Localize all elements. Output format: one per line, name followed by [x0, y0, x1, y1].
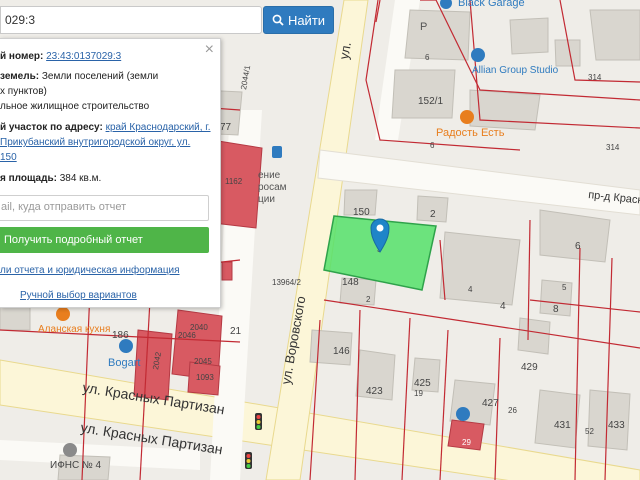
poi-shop-icon[interactable]	[456, 407, 470, 421]
land-category-label: земель:	[0, 71, 40, 82]
reports-link-row: ли отчета и юридическая информация	[0, 263, 180, 278]
house-number: 4	[500, 301, 506, 312]
address-link[interactable]: край Краснодарский, г.	[106, 122, 211, 133]
address-row-2: Прикубанский внутригородской округ, ул.	[0, 135, 190, 150]
street-label: ул.	[336, 41, 354, 61]
house-number: 148	[342, 277, 359, 288]
house-number: 2	[366, 295, 371, 304]
address-link-line2[interactable]: Прикубанский внутригородской округ, ул.	[0, 137, 190, 148]
search-icon	[272, 14, 284, 26]
svg-text:Bogart: Bogart	[108, 357, 140, 369]
house-number: 5	[562, 283, 567, 292]
house-number: 52	[585, 427, 594, 436]
house-number: 429	[521, 362, 538, 373]
svg-text:росам: росам	[258, 182, 287, 193]
house-number: 2	[430, 209, 436, 220]
area-row: я площадь: 384 кв.м.	[0, 171, 101, 186]
house-number: 4	[468, 285, 473, 294]
address-link-line3[interactable]: 150	[0, 152, 17, 163]
find-button[interactable]: Найти	[263, 6, 334, 34]
cadastral-number-label: й номер:	[0, 51, 44, 62]
house-number: 77	[220, 122, 232, 133]
search-input[interactable]	[1, 8, 259, 32]
house-number: 6	[430, 141, 435, 150]
parking-icon: P	[420, 21, 427, 33]
house-number: 2046	[178, 331, 196, 340]
land-category-value-cont: х пунктов)	[0, 86, 47, 97]
house-number: 425	[414, 378, 431, 389]
house-number: 2040	[190, 323, 208, 332]
land-category-row: земель: Земли поселений (земли	[0, 69, 158, 84]
svg-text:ение: ение	[258, 170, 281, 181]
house-number: 6	[575, 241, 581, 252]
close-icon[interactable]: ×	[205, 41, 214, 59]
house-number: 150	[353, 207, 370, 218]
land-category-row-2: х пунктов)	[0, 84, 47, 99]
house-number: 8	[553, 304, 559, 315]
house-number: 26	[508, 406, 517, 415]
manual-link-row: Ручной выбор вариантов	[20, 288, 137, 303]
find-button-label: Найти	[287, 12, 326, 28]
svg-text:Allian Group Studio: Allian Group Studio	[472, 65, 559, 76]
bus-stop-icon[interactable]	[272, 146, 282, 158]
house-number: 1093	[196, 373, 214, 382]
svg-text:Радость Есть: Радость Есть	[436, 127, 505, 139]
house-number: 1162	[225, 177, 243, 186]
cadastral-number-row: й номер: 23:43:0137029:3	[0, 49, 121, 64]
house-number: 29	[462, 438, 471, 447]
address-label: й участок по адресу:	[0, 122, 103, 133]
house-number: 186	[112, 330, 129, 341]
area-value: 384 кв.м.	[59, 173, 102, 184]
house-number: 152/1	[418, 96, 443, 107]
house-number: 6	[425, 53, 430, 62]
svg-text:Аланская кухня: Аланская кухня	[38, 324, 110, 335]
address-row-3: 150	[0, 150, 17, 165]
house-number: 2045	[194, 357, 212, 366]
house-number: 146	[333, 346, 350, 357]
usage-row: льное жилищное строительство	[0, 99, 149, 114]
usage-value: льное жилищное строительство	[0, 101, 150, 112]
house-number: 314	[606, 143, 620, 152]
cadastral-number-link[interactable]: 23:43:0137029:3	[46, 51, 121, 62]
traffic-light-icon	[245, 452, 252, 469]
search-box[interactable]	[0, 6, 262, 34]
get-report-button[interactable]: Получить подробный отчет	[0, 227, 209, 253]
email-input[interactable]	[0, 196, 205, 218]
parcel-info-panel: × й номер: 23:43:0137029:3 земель: Земли…	[0, 38, 221, 308]
house-number: 427	[482, 398, 499, 409]
svg-text:ции: ции	[258, 194, 275, 205]
land-category-value: Земли поселений (земли	[41, 71, 159, 82]
house-number: 19	[414, 389, 423, 398]
house-number: 13964/2	[272, 278, 301, 287]
house-number: 21	[230, 326, 242, 337]
get-report-label: Получить подробный отчет	[4, 234, 143, 246]
manual-selection-link[interactable]: Ручной выбор вариантов	[20, 290, 137, 301]
house-number: 431	[554, 420, 571, 431]
traffic-light-icon	[255, 413, 262, 430]
reports-link[interactable]: ли отчета и юридическая информация	[0, 265, 180, 276]
svg-text:ИФНС № 4: ИФНС № 4	[50, 460, 102, 471]
house-number: 314	[588, 73, 602, 82]
house-number: 433	[608, 420, 625, 431]
house-number: 423	[366, 386, 383, 397]
svg-text:Black Garage: Black Garage	[458, 0, 525, 9]
address-row: й участок по адресу: край Краснодарский,…	[0, 120, 211, 135]
area-label: я площадь:	[0, 173, 57, 184]
email-field[interactable]	[0, 195, 209, 221]
